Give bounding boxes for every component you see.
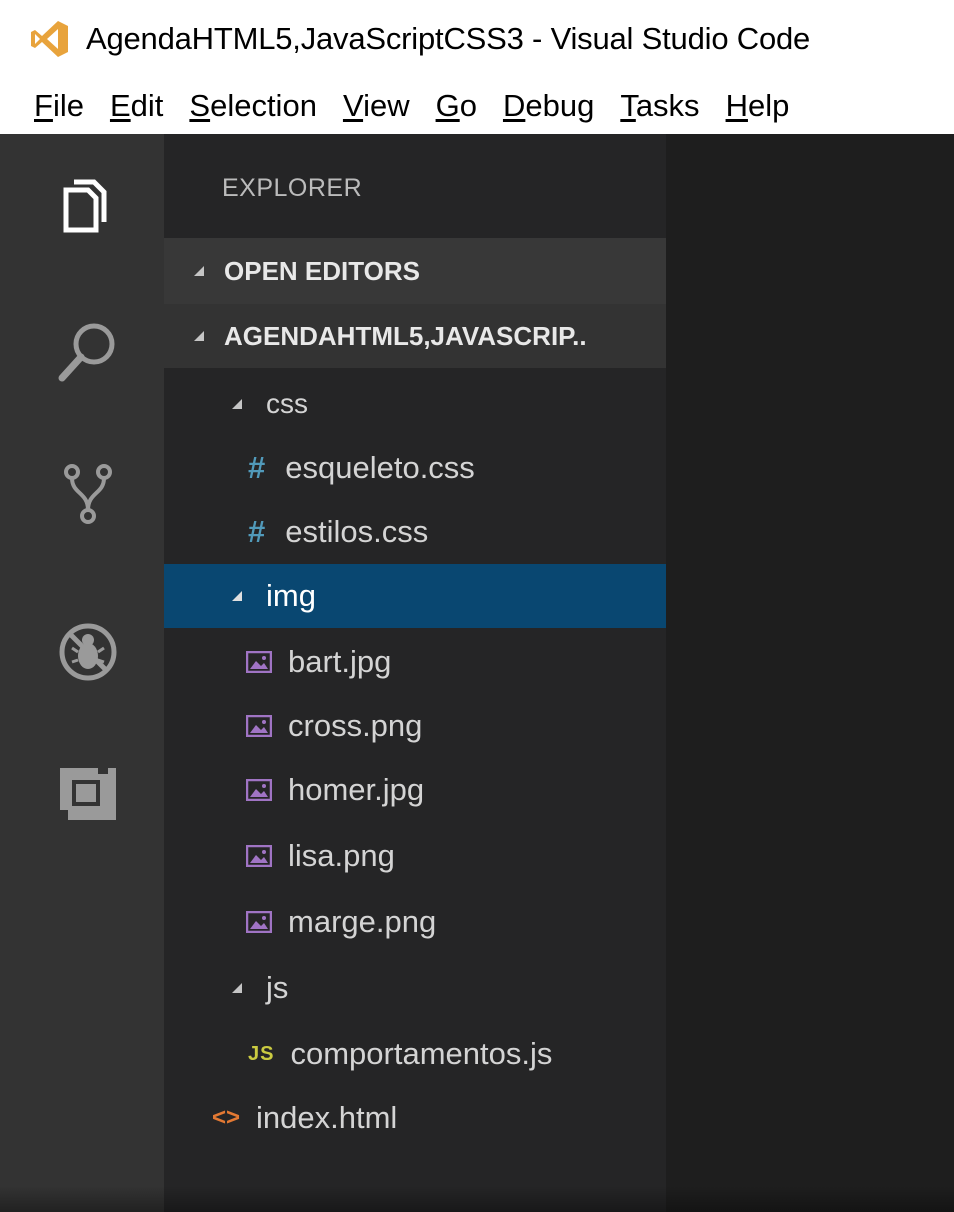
explorer-sidebar: EXPLORER OPEN EDITORS AGENDAHTML5,JAVASC… xyxy=(164,134,666,1212)
extensions-icon[interactable] xyxy=(50,754,126,830)
menu-label: o xyxy=(459,88,477,123)
image-file-icon xyxy=(246,779,272,801)
explorer-title: EXPLORER xyxy=(222,174,363,202)
menu-view[interactable]: View xyxy=(343,88,410,124)
tree-label: js xyxy=(266,970,289,1005)
menu-bar: File Edit Selection View Go Debug Tasks … xyxy=(0,78,954,134)
menu-tasks[interactable]: Tasks xyxy=(620,88,699,124)
expanded-triangle-icon xyxy=(230,981,244,995)
tree-label: bart.jpg xyxy=(288,644,392,679)
tree-file-esqueleto-css[interactable]: # esqueleto.css xyxy=(164,436,666,500)
menu-label: ile xyxy=(52,88,84,123)
tree-file-estilos-css[interactable]: # estilos.css xyxy=(164,500,666,564)
menu-mnemonic: T xyxy=(620,88,636,123)
menu-help[interactable]: Help xyxy=(726,88,790,124)
tree-label: marge.png xyxy=(288,904,437,939)
menu-mnemonic: V xyxy=(342,88,364,123)
tree-label: index.html xyxy=(256,1100,398,1135)
expanded-triangle-icon xyxy=(192,329,206,343)
js-file-icon: JS xyxy=(248,1042,275,1065)
window-bottom-shadow xyxy=(0,1186,954,1212)
source-control-icon[interactable] xyxy=(50,456,126,532)
tree-label: cross.png xyxy=(288,708,423,743)
menu-go[interactable]: Go xyxy=(436,88,477,124)
css-file-icon: # xyxy=(248,514,266,549)
css-file-icon: # xyxy=(248,450,266,485)
debug-icon[interactable] xyxy=(50,614,126,690)
menu-label: dit xyxy=(130,88,164,123)
image-file-icon xyxy=(246,845,272,867)
tree-label: img xyxy=(266,578,316,613)
menu-mnemonic: S xyxy=(189,88,211,123)
tree-file-lisa-png[interactable]: lisa.png xyxy=(164,824,666,888)
image-file-icon xyxy=(246,651,272,673)
menu-label: iew xyxy=(363,88,410,123)
window-title: AgendaHTML5,JavaScriptCSS3 - Visual Stud… xyxy=(86,21,811,56)
vscode-logo-icon xyxy=(28,17,72,61)
image-file-icon xyxy=(246,911,272,933)
menu-edit[interactable]: Edit xyxy=(110,88,163,124)
expanded-triangle-icon xyxy=(192,264,206,278)
search-icon[interactable] xyxy=(50,314,126,390)
image-file-icon xyxy=(246,715,272,737)
menu-label: elp xyxy=(747,88,790,123)
menu-mnemonic: H xyxy=(725,88,748,123)
menu-selection[interactable]: Selection xyxy=(189,88,317,124)
tree-label: comportamentos.js xyxy=(290,1036,553,1071)
menu-label: asks xyxy=(635,88,700,123)
title-bar: AgendaHTML5,JavaScriptCSS3 - Visual Stud… xyxy=(0,0,954,78)
open-editors-header[interactable]: OPEN EDITORS xyxy=(164,238,666,304)
tree-folder-img[interactable]: img xyxy=(164,564,666,628)
tree-file-cross-png[interactable]: cross.png xyxy=(164,694,666,758)
tree-label: homer.jpg xyxy=(288,772,425,807)
menu-file[interactable]: File xyxy=(34,88,84,124)
project-folder-header[interactable]: AGENDAHTML5,JAVASCRIP.. xyxy=(164,304,666,368)
tree-folder-js[interactable]: js xyxy=(164,956,666,1020)
menu-mnemonic: G xyxy=(435,88,460,123)
activity-bar xyxy=(0,134,164,1212)
tree-file-index-html[interactable]: <> index.html xyxy=(164,1086,666,1150)
open-editors-label: OPEN EDITORS xyxy=(224,255,421,286)
tree-file-homer-jpg[interactable]: homer.jpg xyxy=(164,758,666,822)
project-folder-label: AGENDAHTML5,JAVASCRIP.. xyxy=(224,320,587,351)
files-icon[interactable] xyxy=(50,168,126,244)
menu-mnemonic: F xyxy=(34,88,53,123)
menu-debug[interactable]: Debug xyxy=(503,88,594,124)
tree-label: esqueleto.css xyxy=(285,450,475,485)
tree-file-comportamentos-js[interactable]: JS comportamentos.js xyxy=(164,1022,666,1086)
menu-label: ebug xyxy=(525,88,595,123)
tree-file-bart-jpg[interactable]: bart.jpg xyxy=(164,630,666,694)
menu-mnemonic: D xyxy=(502,88,526,123)
editor-area[interactable] xyxy=(666,134,954,1212)
menu-mnemonic: E xyxy=(109,88,131,123)
tree-folder-css[interactable]: css xyxy=(164,372,666,436)
tree-label: lisa.png xyxy=(288,838,395,873)
tree-file-marge-png[interactable]: marge.png xyxy=(164,890,666,954)
tree-label: css xyxy=(266,388,308,419)
tree-label: estilos.css xyxy=(285,514,429,549)
expanded-triangle-icon xyxy=(230,397,244,411)
expanded-triangle-icon xyxy=(230,589,244,603)
html-file-icon: <> xyxy=(212,1104,241,1131)
menu-label: election xyxy=(210,88,317,123)
